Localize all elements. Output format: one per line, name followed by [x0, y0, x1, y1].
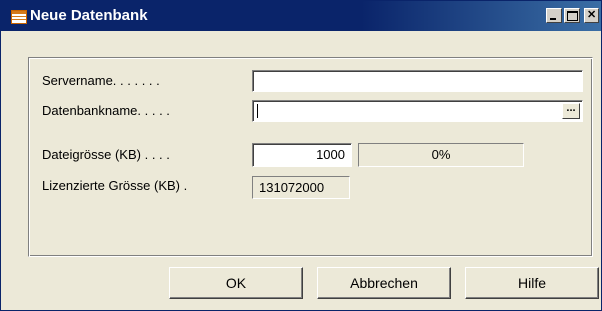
- servername-label: Servername. . . . . . .: [42, 73, 160, 88]
- title-bar[interactable]: Neue Datenbank: [1, 1, 601, 31]
- lizenzierte-groesse-field: 131072000: [252, 176, 350, 199]
- dateigroesse-value: 1000: [316, 147, 345, 162]
- datenbankname-label: Datenbankname. . . . .: [42, 103, 170, 118]
- dateigroesse-input[interactable]: 1000: [252, 143, 352, 167]
- cancel-button[interactable]: Abbrechen: [317, 267, 451, 299]
- datenbankname-input[interactable]: ...: [252, 100, 583, 122]
- help-button[interactable]: Hilfe: [465, 267, 599, 299]
- minimize-button[interactable]: [546, 8, 562, 23]
- database-window-icon: [11, 10, 27, 24]
- progress-bar: 0%: [358, 143, 524, 167]
- lizenzierte-groesse-label: Lizenzierte Grösse (KB) .: [42, 178, 188, 193]
- browse-button[interactable]: ...: [562, 103, 580, 119]
- ok-button[interactable]: OK: [169, 267, 303, 299]
- servername-input[interactable]: [252, 70, 583, 92]
- dialog-window: Neue Datenbank Servername. . . . . . . D…: [0, 0, 602, 311]
- progress-text: 0%: [431, 147, 451, 162]
- maximize-button[interactable]: [564, 8, 580, 23]
- window-title: Neue Datenbank: [30, 7, 148, 24]
- close-button[interactable]: [584, 8, 599, 23]
- lizenzierte-groesse-value: 131072000: [259, 180, 325, 195]
- dateigroesse-label: Dateigrösse (KB) . . . .: [42, 147, 170, 162]
- text-caret: [257, 104, 258, 118]
